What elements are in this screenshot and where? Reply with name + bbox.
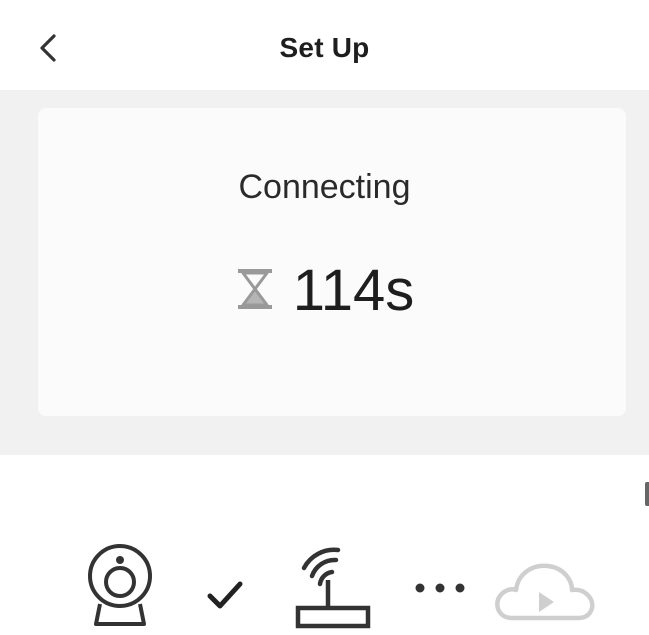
- checkmark-icon: [206, 580, 244, 617]
- dots-icon: [412, 580, 468, 601]
- camera-icon: [86, 540, 154, 635]
- header-bar: Set Up: [0, 0, 649, 90]
- page-title: Set Up: [279, 32, 370, 63]
- hourglass-icon: [235, 267, 275, 316]
- countdown-row: 114s: [0, 262, 649, 320]
- router-icon: [294, 546, 372, 635]
- cloud-play-icon: [490, 552, 600, 633]
- scroll-edge-indicator: [645, 482, 649, 506]
- countdown-value: 114s: [292, 258, 415, 323]
- connection-status-label: Connecting: [238, 168, 411, 206]
